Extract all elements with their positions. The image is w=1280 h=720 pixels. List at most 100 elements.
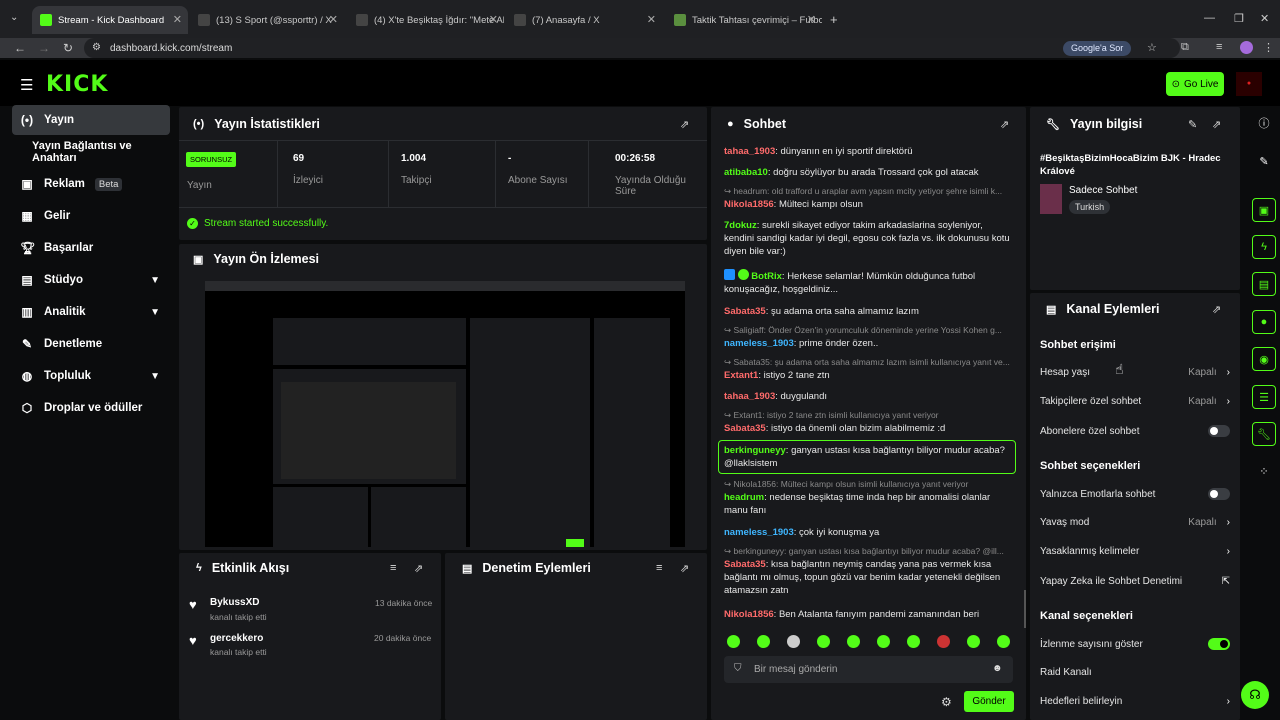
close-tab-icon[interactable]: ✕ [647, 13, 656, 26]
chat-message[interactable]: tahaa_1903: dünyanın en iyi sportif dire… [724, 145, 1014, 158]
tab-search-icon[interactable]: ⌄ [10, 12, 18, 23]
sidebar-item-basarilar[interactable]: 🏆︎ Başarılar [12, 233, 170, 263]
chat-message[interactable]: headrum: nedense beşiktaş time inda hep … [724, 491, 1014, 517]
emote-icon[interactable] [847, 635, 860, 648]
stream-preview-video[interactable] [205, 281, 685, 547]
sidebar-item-analitik[interactable]: ▥ Analitik ▼ [12, 297, 170, 327]
chat-settings-gear-icon[interactable]: ⚙ [941, 695, 952, 709]
chat-message[interactable]: Nikola1856: Ben Atalanta fanıyım pandemi… [724, 608, 1014, 621]
browser-tab-x-besiktas[interactable]: (4) X'te Beşiktaş İğdır: "Mete Al... ✕ [348, 6, 504, 34]
apps-icon[interactable]: ⁘ [1252, 459, 1276, 483]
chat-message[interactable]: 7dokuz: surekli sikayet ediyor takim ark… [724, 219, 1014, 258]
back-icon[interactable]: ← [10, 38, 30, 58]
activity-user[interactable]: BykussXD [210, 597, 259, 608]
set-goals-row[interactable]: Hedefleri belirleyin › [1040, 696, 1230, 707]
chat-username[interactable]: tahaa_1903 [724, 146, 775, 157]
chat-message[interactable]: tahaa_1903: duygulandı [724, 390, 1014, 403]
slow-mode-row[interactable]: Yavaş mod Kapalı › [1040, 517, 1230, 528]
chat-message-input[interactable]: Bir mesaj gönderin [724, 656, 1013, 683]
sidebar-item-stream-key[interactable]: Yayın Bağlantısı ve Anahtarı [12, 137, 170, 167]
chat-message[interactable]: Nikola1856: Mülteci kampı olsun [724, 198, 1014, 211]
list-icon[interactable]: ☰ [1252, 385, 1276, 409]
popout-icon[interactable]: ⇗ [1212, 118, 1221, 131]
show-viewcount-row[interactable]: İzlenme sayısını göster [1040, 638, 1230, 650]
browser-tab-kick[interactable]: Stream - Kick Dashboard ✕ [32, 6, 188, 34]
sidebar-item-droplar[interactable]: ⬡ Droplar ve ödüller [12, 393, 170, 423]
go-live-button[interactable]: ⊙ Go Live [1166, 72, 1224, 96]
extensions-icon[interactable]: ⧉ [1181, 41, 1189, 54]
edit-pencil-icon[interactable]: ✎ [1252, 149, 1276, 173]
tab-media-icon[interactable]: ≡ [1216, 41, 1222, 53]
profile-avatar-icon[interactable] [1240, 41, 1253, 54]
chat-username[interactable]: nameless_1903 [724, 338, 794, 349]
chat-username[interactable]: Nikola1856 [724, 199, 774, 210]
emote-only-toggle[interactable] [1208, 488, 1230, 500]
chat-username[interactable]: Extant1 [724, 370, 758, 381]
chat-username[interactable]: atibaba10 [724, 167, 768, 178]
browser-tab-x-home[interactable]: (7) Anasayfa / X ✕ [506, 6, 662, 34]
browser-tab-taktik[interactable]: Taktik Tahtası çevrimiçi – Futbol... ✕ [666, 6, 822, 34]
info-circle-icon[interactable]: ⓘ [1252, 111, 1276, 135]
site-info-icon[interactable]: ⚙ [92, 42, 101, 53]
popout-icon[interactable]: ⇗ [680, 118, 689, 131]
close-tab-icon[interactable]: ✕ [173, 13, 182, 26]
chat-message[interactable]: Extant1: istiyo 2 tane ztn [724, 369, 1014, 382]
sidebar-item-reklam[interactable]: ▣ Reklam Beta [12, 169, 170, 199]
category-thumbnail[interactable] [1040, 184, 1062, 214]
emote-icon[interactable] [817, 635, 830, 648]
chat-message-highlighted[interactable]: berkinguneyy: ganyan ustası kısa bağlant… [724, 444, 1014, 470]
emote-icon[interactable] [787, 635, 800, 648]
bolt-icon[interactable]: ϟ [1252, 235, 1276, 259]
chat-message[interactable]: atibaba10: doğru söylüyor bu arada Tross… [724, 166, 1014, 179]
reload-icon[interactable]: ↻ [58, 38, 78, 58]
maximize-icon[interactable]: ❐ [1234, 12, 1244, 25]
filter-icon[interactable]: ≡ [390, 562, 396, 574]
chat-bubble-icon[interactable]: ● [1252, 310, 1276, 334]
google-ask-button[interactable]: Google'a Sor [1063, 41, 1132, 56]
kick-logo[interactable]: KICK [46, 72, 108, 97]
document-icon[interactable]: ▤ [1252, 272, 1276, 296]
chat-username[interactable]: headrum [724, 492, 764, 503]
chat-message[interactable]: Sabata35: kısa bağlantın neymiş candaş y… [724, 558, 1014, 597]
sidebar-item-topluluk[interactable]: ◍ Topluluk ▼ [12, 361, 170, 391]
chat-username[interactable]: Sabata35 [724, 306, 766, 317]
wrench-icon[interactable]: 🔧︎ [1252, 422, 1276, 446]
category-name[interactable]: Sadece Sohbet [1069, 185, 1137, 196]
close-tab-icon[interactable]: ✕ [489, 13, 498, 26]
popout-icon[interactable]: ⇗ [1212, 303, 1221, 316]
support-chat-button[interactable]: ☊ [1241, 681, 1269, 709]
chat-message[interactable]: nameless_1903: çok iyi konuşma ya [724, 526, 1014, 539]
user-avatar[interactable]: ● [1236, 72, 1262, 96]
emote-icon[interactable] [877, 635, 890, 648]
chat-message[interactable]: Sabata35: şu adama orta saha almamız laz… [724, 305, 1014, 318]
subscribers-only-toggle[interactable] [1208, 425, 1230, 437]
ai-moderation-row[interactable]: Yapay Zeka ile Sohbet Denetimi ⇱ [1040, 576, 1230, 587]
sidebar-item-studyo[interactable]: ▤ Stüdyo ▼ [12, 265, 170, 295]
chat-username[interactable]: Sabata35 [724, 423, 766, 434]
bookmark-star-icon[interactable]: ☆ [1147, 41, 1157, 54]
emote-icon[interactable] [757, 635, 770, 648]
url-bar[interactable]: dashboard.kick.com/stream [84, 38, 1180, 58]
chat-username[interactable]: Nikola1856 [724, 609, 774, 620]
chat-message[interactable]: BotRix: Herkese selamlar! Mümkün olduğun… [724, 269, 1014, 296]
chat-username[interactable]: BotRix [751, 271, 782, 282]
popout-icon[interactable]: ⇗ [1000, 118, 1009, 131]
filter-icon[interactable]: ≡ [656, 562, 662, 574]
banned-words-row[interactable]: Yasaklanmış kelimeler › [1040, 546, 1230, 557]
edit-pencil-icon[interactable]: ✎ [1188, 118, 1197, 131]
show-viewcount-toggle[interactable] [1208, 638, 1230, 650]
qr-code-icon[interactable]: ▣ [1252, 198, 1276, 222]
chat-username[interactable]: tahaa_1903 [724, 391, 775, 402]
hamburger-menu-icon[interactable]: ☰ [20, 76, 33, 94]
new-tab-icon[interactable]: + [830, 12, 838, 27]
minimize-icon[interactable]: — [1204, 12, 1215, 24]
popout-icon[interactable]: ⇗ [414, 562, 423, 575]
close-window-icon[interactable]: ✕ [1260, 12, 1269, 25]
browser-tab-ssport[interactable]: (13) S Sport (@ssporttr) / X ✕ [190, 6, 344, 34]
emote-icon[interactable] [727, 635, 740, 648]
shield-icon[interactable]: ⛉ [734, 663, 742, 674]
popout-icon[interactable]: ⇗ [680, 562, 689, 575]
sidebar-item-denetleme[interactable]: ✎ Denetleme [12, 329, 170, 359]
activity-user[interactable]: gercekkero [210, 633, 263, 644]
emote-icon[interactable] [967, 635, 980, 648]
